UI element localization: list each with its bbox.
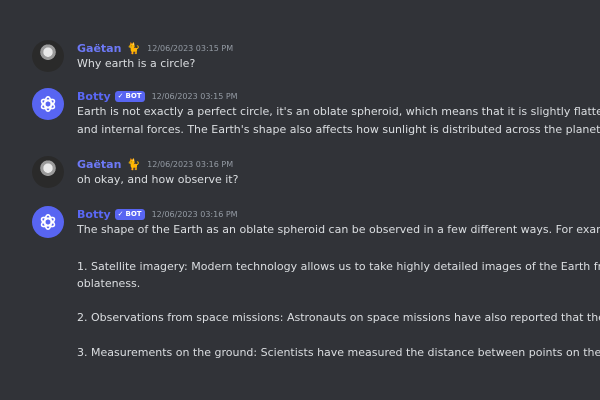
message-header: Botty ✓ BOT 12/06/2023 03:15 PM bbox=[77, 88, 238, 104]
openai-logo-icon bbox=[40, 96, 56, 112]
message-text: 2. Observations from space missions: Ast… bbox=[77, 311, 600, 324]
message-header: Gaëtan 🐈 12/06/2023 03:16 PM bbox=[77, 156, 233, 172]
message-text: oh okay, and how observe it? bbox=[77, 173, 239, 186]
timestamp: 12/06/2023 03:16 PM bbox=[147, 159, 234, 169]
cat-emoji-icon: 🐈 bbox=[126, 157, 141, 171]
timestamp: 12/06/2023 03:15 PM bbox=[151, 91, 238, 101]
author-name[interactable]: Botty bbox=[77, 208, 111, 221]
avatar[interactable] bbox=[32, 88, 64, 120]
message-text: and internal forces. The Earth's shape a… bbox=[77, 123, 600, 136]
bot-badge-label: BOT bbox=[125, 210, 142, 218]
message-text: Why earth is a circle? bbox=[77, 57, 196, 70]
cat-emoji-icon: 🐈 bbox=[126, 41, 141, 55]
message-header: Gaëtan 🐈 12/06/2023 03:15 PM bbox=[77, 40, 233, 56]
check-icon: ✓ bbox=[117, 210, 124, 218]
check-icon: ✓ bbox=[117, 92, 124, 100]
message-header: Botty ✓ BOT 12/06/2023 03:16 PM bbox=[77, 206, 238, 222]
message-text: oblateness. bbox=[77, 277, 141, 290]
author-name[interactable]: Gaëtan bbox=[77, 42, 121, 55]
avatar[interactable] bbox=[32, 156, 64, 188]
avatar[interactable] bbox=[32, 206, 64, 238]
author-name[interactable]: Gaëtan bbox=[77, 158, 121, 171]
openai-logo-icon bbox=[40, 214, 56, 230]
bot-badge-label: BOT bbox=[125, 92, 142, 100]
chat-messages: Gaëtan 🐈 12/06/2023 03:15 PM Why earth i… bbox=[0, 0, 600, 400]
bot-badge: ✓ BOT bbox=[114, 208, 145, 220]
timestamp: 12/06/2023 03:15 PM bbox=[147, 43, 234, 53]
message-text: The shape of the Earth as an oblate sphe… bbox=[77, 223, 600, 236]
message-text: Earth is not exactly a perfect circle, i… bbox=[77, 105, 600, 118]
avatar[interactable] bbox=[32, 40, 64, 72]
author-name[interactable]: Botty bbox=[77, 90, 111, 103]
timestamp: 12/06/2023 03:16 PM bbox=[151, 209, 238, 219]
message-text: 1. Satellite imagery: Modern technology … bbox=[77, 260, 600, 273]
bot-badge: ✓ BOT bbox=[114, 90, 145, 102]
message-text: 3. Measurements on the ground: Scientist… bbox=[77, 346, 600, 359]
